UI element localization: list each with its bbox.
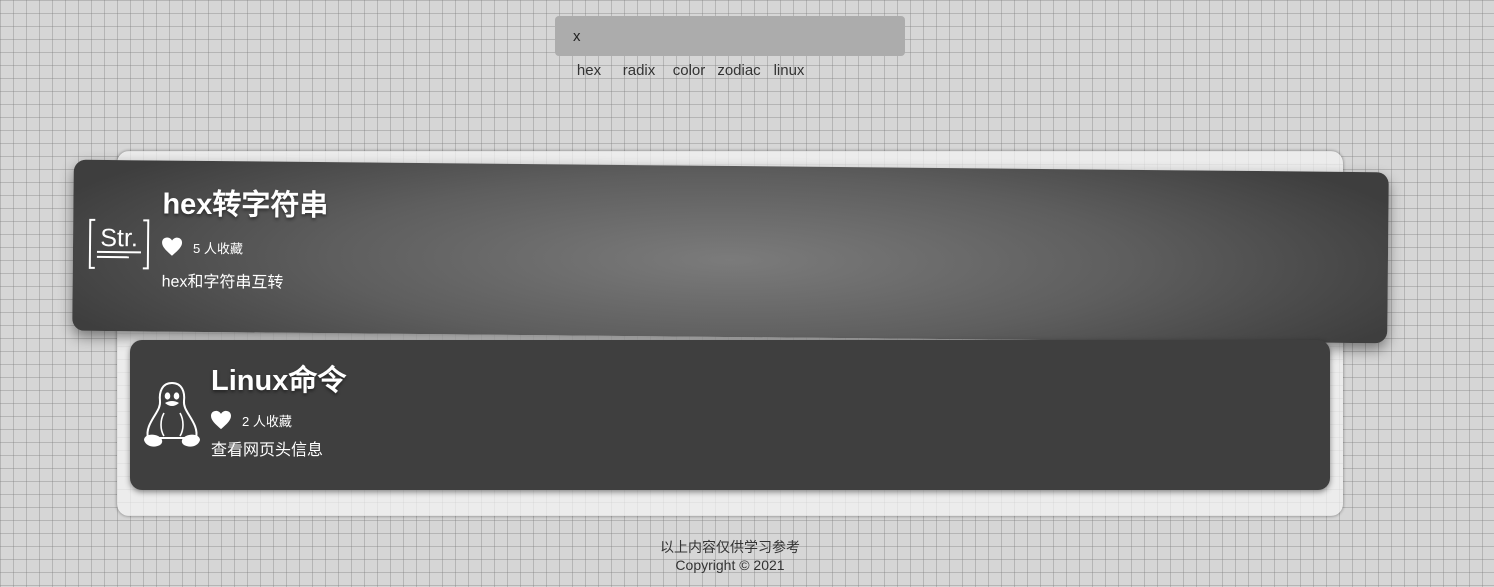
tag-list: hex radix color zodiac linux xyxy=(566,61,812,81)
search-input[interactable] xyxy=(573,27,887,45)
card-title[interactable]: Linux命令 xyxy=(211,363,346,399)
tag-zodiac[interactable]: zodiac xyxy=(712,61,766,81)
favorite-number: 2 xyxy=(242,413,250,429)
footer-disclaimer: 以上内容仅供学习参考 xyxy=(660,539,800,555)
tag-hex[interactable]: hex xyxy=(566,61,612,81)
tag-color[interactable]: color xyxy=(666,61,712,81)
card-title[interactable]: hex转字符串 xyxy=(162,187,328,225)
favorite-number: 5 xyxy=(192,240,201,256)
favorite-suffix: 人收藏 xyxy=(203,240,243,256)
favorite-count: 5 人收藏 xyxy=(161,237,243,258)
footer-copyright: Copyright © 2021 xyxy=(675,557,785,573)
tag-linux[interactable]: linux xyxy=(766,61,812,81)
card-description: 查看网页头信息 xyxy=(211,442,324,459)
result-card-linux[interactable]: Linux命令 2 人收藏 查看网页头信息 xyxy=(130,340,1330,490)
search-box[interactable] xyxy=(555,16,905,56)
favorite-suffix: 人收藏 xyxy=(252,413,292,429)
tag-radix[interactable]: radix xyxy=(612,61,666,81)
card-description: hex和字符串互转 xyxy=(161,273,284,292)
svg-text:Str.: Str. xyxy=(100,224,138,252)
heart-icon[interactable] xyxy=(161,237,183,257)
result-card-hex[interactable]: Str. hex转字符串 5 人收藏 hex和字符串互转 xyxy=(72,159,1389,344)
str-icon: Str. xyxy=(87,212,152,277)
linux-penguin-icon xyxy=(140,380,204,447)
favorite-count: 2 人收藏 xyxy=(210,410,292,430)
heart-icon[interactable] xyxy=(210,410,232,430)
footer: 以上内容仅供学习参考 Copyright © 2021 xyxy=(0,538,1460,574)
